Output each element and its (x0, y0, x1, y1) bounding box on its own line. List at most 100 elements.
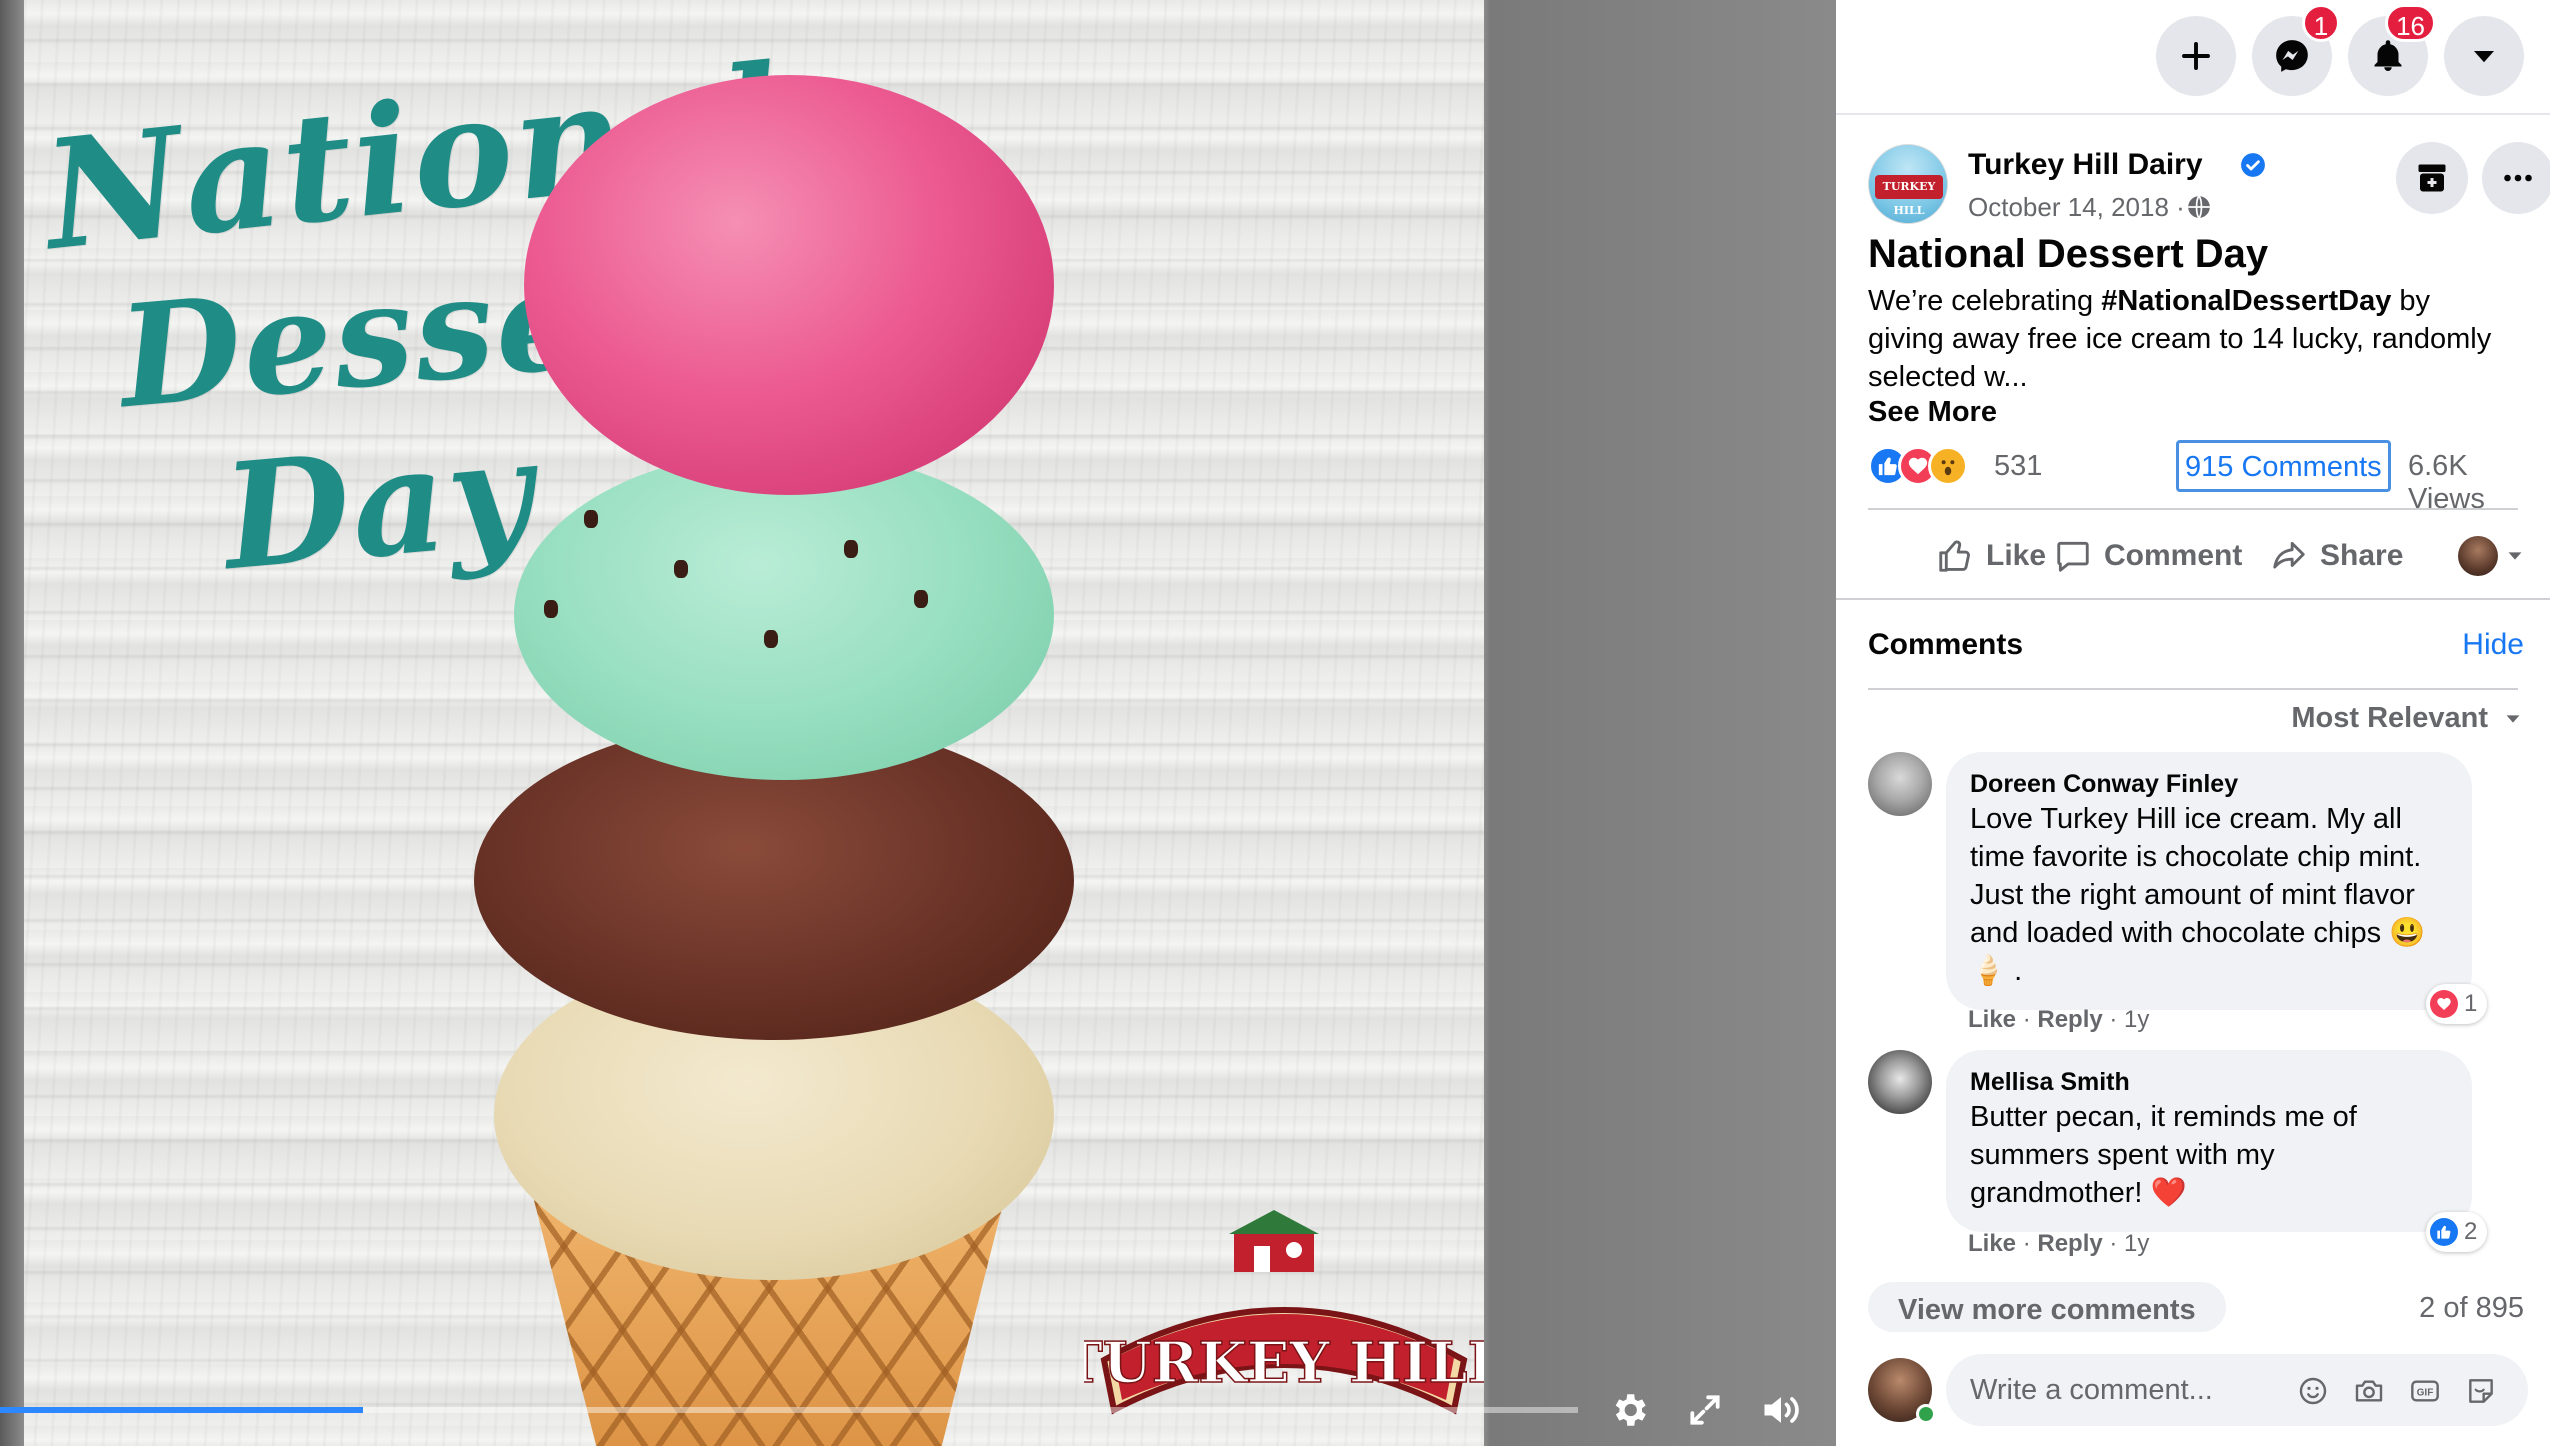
commenter-avatar[interactable] (1868, 1050, 1932, 1114)
love-reaction-icon (2430, 990, 2458, 1018)
thumbs-up-icon (1939, 540, 1970, 572)
smiley-icon (2299, 1377, 2327, 1405)
reaction-count[interactable]: 531 (1994, 450, 2042, 483)
chocolate-chip (914, 590, 928, 608)
comment-meta: Like · Reply · 1y (1968, 1006, 2150, 1033)
comment-like-link[interactable]: Like (1968, 1230, 2016, 1257)
volume-button[interactable] (1756, 1385, 1806, 1435)
video-progress-bar[interactable] (0, 1407, 1578, 1413)
comment-age[interactable]: 1y (2124, 1006, 2149, 1033)
see-more-link[interactable]: See More (1868, 396, 1997, 429)
comment-text: Love Turkey Hill ice cream. My all time … (1970, 803, 2426, 987)
mint-chip-scoop (514, 450, 1054, 780)
comment-item: Mellisa Smith Butter pecan, it reminds m… (1868, 1050, 2528, 1270)
photo-button[interactable] (2350, 1372, 2388, 1410)
chocolate-chip (544, 600, 558, 618)
emoji-button[interactable] (2294, 1372, 2332, 1410)
page-name[interactable]: Turkey Hill Dairy (1968, 148, 2203, 182)
gif-button[interactable]: GIF (2406, 1372, 2444, 1410)
comment-author[interactable]: Mellisa Smith (1970, 1066, 2448, 1098)
turkey-hill-logo: TURKEY HILL (1084, 1210, 1484, 1415)
online-status-dot (1916, 1404, 1936, 1424)
more-options-button[interactable] (2482, 142, 2550, 214)
views-count: 6.6K Views (2408, 450, 2485, 515)
gif-icon: GIF (2411, 1380, 2439, 1402)
comment-reaction-summary[interactable]: 2 (2426, 1212, 2488, 1252)
divider (1836, 598, 2550, 600)
post-actions: Like Comment Share (1868, 520, 2522, 592)
view-more-comments-button[interactable]: View more comments (1868, 1282, 2226, 1332)
post-body-prefix: We’re celebrating (1868, 285, 2102, 317)
headline-line-3: Day (217, 406, 541, 604)
comment-reply-link[interactable]: Reply (2037, 1230, 2102, 1257)
chocolate-chip (764, 630, 778, 648)
user-avatar (2458, 536, 2498, 576)
comment-reaction-summary[interactable]: 1 (2426, 984, 2488, 1024)
hide-comments-link[interactable]: Hide (2462, 628, 2524, 662)
notifications-badge: 16 (2385, 4, 2436, 42)
page-avatar[interactable]: TURKEY HILL (1868, 144, 1948, 224)
caret-down-icon (2508, 552, 2522, 560)
comment-button[interactable]: Comment (2054, 528, 2242, 584)
messenger-button[interactable]: 1 (2252, 4, 2340, 96)
comment-reaction-count: 1 (2464, 990, 2478, 1017)
commenter-avatar[interactable] (1868, 752, 1932, 816)
verified-badge-icon (2241, 153, 2265, 177)
share-arrow-icon (2273, 541, 2305, 569)
comment-age[interactable]: 1y (2124, 1230, 2149, 1257)
hashtag-link[interactable]: #NationalDessertDay (2101, 285, 2391, 317)
messenger-icon (2276, 40, 2308, 72)
comment-reaction-count: 2 (2464, 1218, 2478, 1245)
facebook-video-viewer: National Dessert Day TURKEY HIL 1 16 TUR… (0, 0, 2550, 1446)
like-button[interactable]: Like (1936, 528, 2046, 584)
speech-bubble-icon (2057, 541, 2089, 572)
reactions-bar: 531 915 Comments 6.6K Views (1868, 440, 2528, 515)
comment-input[interactable] (1970, 1354, 2270, 1426)
share-label: Share (2320, 539, 2404, 572)
comment-sort-dropdown[interactable]: Most Relevant (2291, 702, 2524, 735)
notifications-button[interactable]: 16 (2348, 4, 2436, 96)
comment-reply-link[interactable]: Reply (2037, 1006, 2102, 1033)
video-player[interactable]: National Dessert Day TURKEY HIL (0, 0, 1836, 1446)
fullscreen-button[interactable] (1680, 1385, 1730, 1435)
settings-button[interactable] (1604, 1385, 1654, 1435)
sort-label: Most Relevant (2291, 702, 2488, 734)
like-reaction-icon (2430, 1218, 2458, 1246)
comment-author[interactable]: Doreen Conway Finley (1970, 768, 2448, 800)
chocolate-chip (584, 510, 598, 528)
plus-icon (2182, 42, 2210, 70)
comment-text: Butter pecan, it reminds me of summers s… (1970, 1101, 2357, 1209)
post-body: We’re celebrating #NationalDessertDay by… (1868, 282, 2508, 396)
comment-bubble: Doreen Conway Finley Love Turkey Hill ic… (1946, 752, 2472, 1010)
comment-composer: GIF (1868, 1350, 2528, 1434)
chocolate-chip (674, 560, 688, 578)
comment-pager: 2 of 895 (2419, 1292, 2524, 1324)
video-progress-fill (0, 1407, 363, 1413)
comment-as-selector[interactable] (2458, 528, 2526, 584)
comment-like-link[interactable]: Like (1968, 1006, 2016, 1033)
messenger-badge: 1 (2302, 4, 2340, 42)
caret-down-icon (2474, 51, 2494, 63)
comment-bubble: Mellisa Smith Butter pecan, it reminds m… (1946, 1050, 2472, 1232)
wow-reaction-icon[interactable] (1928, 446, 1968, 486)
comments-heading: Comments (1868, 628, 2024, 661)
account-menu-button[interactable] (2444, 16, 2524, 96)
camera-icon (2355, 1380, 2383, 1402)
like-label: Like (1986, 539, 2047, 572)
strawberry-scoop (524, 75, 1054, 495)
post-title: National Dessert Day (1868, 232, 2269, 276)
top-navigation: 1 16 (1836, 0, 2550, 115)
sticker-icon (2469, 1379, 2493, 1403)
ellipsis-icon (2504, 174, 2532, 182)
save-post-button[interactable] (2396, 142, 2468, 214)
post-date[interactable]: October 14, 2018 · (1968, 192, 2185, 223)
bell-icon (2374, 40, 2402, 71)
comment-label: Comment (2104, 539, 2243, 572)
post-header: TURKEY HILL Turkey Hill Dairy October 14… (1868, 142, 2550, 232)
sticker-button[interactable] (2462, 1372, 2500, 1410)
chocolate-chip (844, 540, 858, 558)
create-button[interactable] (2156, 16, 2236, 96)
bookmark-add-icon (2418, 164, 2446, 192)
share-button[interactable]: Share (2270, 528, 2403, 584)
comments-count-link[interactable]: 915 Comments (2176, 440, 2391, 492)
